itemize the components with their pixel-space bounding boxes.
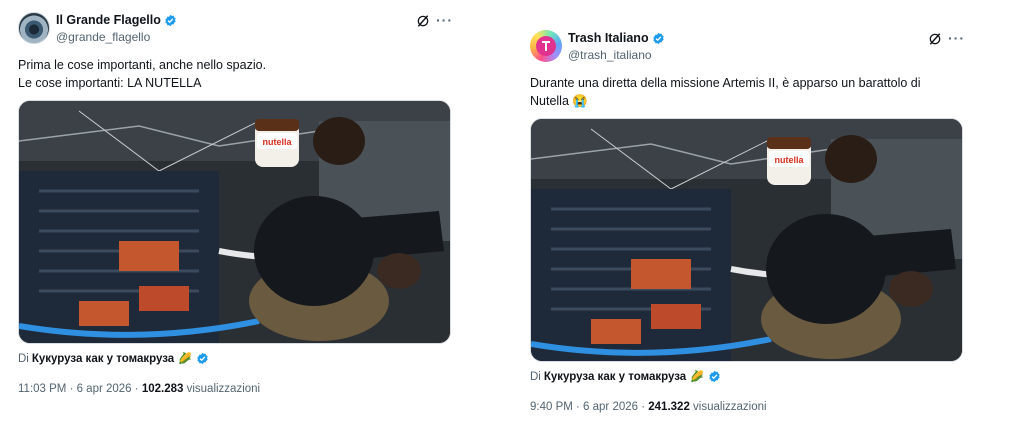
timestamp[interactable]: 9:40 PM · 6 apr 2026 ·	[530, 401, 645, 413]
views-count: 102.283	[141, 383, 184, 395]
tweet-header: Trash Italiano @trash_italiano ···	[530, 30, 970, 64]
attribution-author[interactable]: Кукуруза как у томакруза	[32, 353, 174, 365]
jar-label: nutella	[774, 155, 804, 165]
more-options-icon[interactable]: ···	[436, 12, 453, 28]
tweet-meta: 9:40 PM · 6 apr 2026 · 241.322 visualizz…	[530, 401, 970, 413]
tweet-text: Prima le cose importanti, anche nello sp…	[18, 56, 458, 92]
views-label: visualizzazioni	[693, 401, 767, 413]
jar-label: nutella	[262, 137, 292, 147]
verified-badge-icon	[165, 14, 176, 26]
author-block: Il Grande Flagello @grande_flagello	[56, 12, 177, 44]
grok-icon[interactable]	[416, 14, 430, 28]
corn-emoji: 🌽	[690, 371, 704, 383]
tweet-text-line: Le cose importanti: LA NUTELLA	[18, 76, 202, 90]
tweet-meta: 11:03 PM · 6 apr 2026 · 102.283 visualiz…	[18, 383, 458, 395]
tweet-header: Il Grande Flagello @grande_flagello ···	[18, 12, 458, 46]
tweet-video[interactable]: nutella	[530, 118, 963, 362]
grok-icon[interactable]	[928, 32, 942, 46]
tweet-text: Durante una diretta della missione Artem…	[530, 74, 970, 110]
tweet-text-line: Durante una diretta della missione Artem…	[530, 76, 921, 90]
display-name[interactable]: Trash Italiano	[568, 31, 649, 45]
handle[interactable]: @trash_italiano	[568, 48, 665, 62]
handle[interactable]: @grande_flagello	[56, 30, 177, 44]
author-block: Trash Italiano @trash_italiano	[568, 30, 665, 62]
verified-badge-icon	[197, 352, 208, 365]
video-frame: nutella	[19, 101, 450, 343]
video-attribution[interactable]: Di Кукуруза как у томакруза 🌽	[18, 352, 458, 365]
corn-emoji: 🌽	[178, 353, 192, 365]
tweet-video[interactable]: nutella	[18, 100, 451, 344]
timestamp[interactable]: 11:03 PM · 6 apr 2026 ·	[18, 383, 139, 395]
attribution-prefix: Di	[18, 352, 29, 365]
tweet-text-line: Prima le cose importanti, anche nello sp…	[18, 58, 267, 72]
avatar[interactable]	[18, 12, 50, 44]
attribution-prefix: Di	[530, 370, 541, 383]
video-attribution[interactable]: Di Кукуруза как у томакруза 🌽	[530, 370, 970, 383]
display-name[interactable]: Il Grande Flagello	[56, 13, 161, 27]
attribution-author[interactable]: Кукуруза как у томакруза	[544, 371, 686, 383]
avatar[interactable]	[530, 30, 562, 62]
more-options-icon[interactable]: ···	[948, 30, 965, 46]
tweet-text-line: Nutella 😭	[530, 94, 588, 108]
verified-badge-icon	[709, 370, 720, 383]
tweet-card[interactable]: Trash Italiano @trash_italiano ··· Duran…	[530, 30, 970, 413]
views-label: visualizzazioni	[186, 383, 261, 395]
video-frame: nutella	[531, 119, 962, 361]
tweet-card[interactable]: Il Grande Flagello @grande_flagello ··· …	[18, 12, 458, 395]
verified-badge-icon	[652, 32, 664, 44]
views-count: 241.322	[648, 401, 690, 413]
